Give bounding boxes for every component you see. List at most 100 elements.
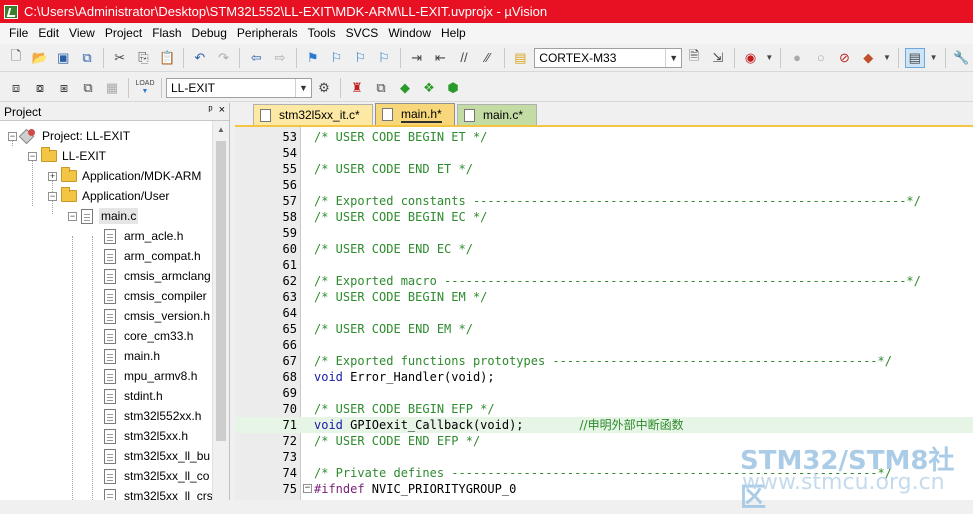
- header-file-icon: [104, 268, 116, 284]
- bookmark-icon[interactable]: ⚑: [303, 48, 323, 68]
- menu-project[interactable]: Project: [100, 23, 147, 44]
- debug-config-icon[interactable]: ◆: [858, 48, 878, 68]
- tree-file-main-c[interactable]: − main.c: [68, 206, 139, 226]
- collapse-icon[interactable]: −: [48, 191, 57, 201]
- tree-include-file[interactable]: main.h: [104, 346, 160, 366]
- pack-installer-icon[interactable]: ⬢: [443, 78, 463, 98]
- stop-build-icon[interactable]: ▦: [102, 78, 122, 98]
- tree-project-root[interactable]: − Project: LL-EXIT: [8, 126, 130, 146]
- tree-include-file[interactable]: arm_compat.h: [104, 246, 201, 266]
- expand-icon[interactable]: +: [48, 171, 57, 181]
- menu-tools[interactable]: Tools: [303, 23, 341, 44]
- open-folder-icon[interactable]: 📂: [30, 48, 50, 68]
- tree-include-file[interactable]: cmsis_version.h: [104, 306, 210, 326]
- target-combo[interactable]: LL-EXIT ▼: [166, 77, 312, 98]
- tree-include-file[interactable]: mpu_armv8.h: [104, 366, 197, 386]
- tree-label: arm_compat.h: [124, 249, 201, 263]
- prev-bookmark-icon[interactable]: ⚐: [327, 48, 347, 68]
- project-scrollbar[interactable]: ▲: [212, 121, 229, 500]
- disable-breakpoint-icon[interactable]: ○: [811, 48, 831, 68]
- collapse-icon[interactable]: −: [8, 131, 17, 141]
- tree-include-file[interactable]: arm_acle.h: [104, 226, 183, 246]
- close-icon[interactable]: ×: [219, 104, 225, 116]
- debug-session-icon[interactable]: ◉: [741, 48, 761, 68]
- tree-target[interactable]: − LL-EXIT: [28, 146, 106, 166]
- scroll-up-icon[interactable]: ▲: [213, 121, 229, 138]
- menu-debug[interactable]: Debug: [187, 23, 232, 44]
- tree-include-file[interactable]: stm32l5xx.h: [104, 426, 188, 446]
- collapse-icon[interactable]: −: [28, 151, 37, 161]
- uncomment-icon[interactable]: ⁄⁄: [478, 48, 498, 68]
- next-bookmark-icon[interactable]: ⚐: [350, 48, 370, 68]
- kill-breakpoints-icon[interactable]: ⊘: [835, 48, 855, 68]
- manage-rte-icon[interactable]: ◆: [395, 78, 415, 98]
- tree-label: Application/User: [82, 189, 170, 203]
- fold-collapse-icon[interactable]: −: [303, 484, 312, 493]
- new-file-icon[interactable]: 🗋: [6, 48, 26, 68]
- nav-back-icon[interactable]: ⇦: [246, 48, 266, 68]
- unindent-icon[interactable]: ⇤: [430, 48, 450, 68]
- cut-icon[interactable]: ✂: [110, 48, 130, 68]
- menu-file[interactable]: File: [4, 23, 33, 44]
- redo-icon[interactable]: ↷: [214, 48, 234, 68]
- clear-bookmarks-icon[interactable]: ⚐: [374, 48, 394, 68]
- rebuild-icon[interactable]: ⧆: [54, 78, 74, 98]
- tree-label: Application/MDK-ARM: [82, 169, 202, 183]
- tree-include-file[interactable]: cmsis_compiler: [104, 286, 207, 306]
- tab-main-h[interactable]: main.h*: [375, 103, 455, 125]
- device-combo[interactable]: CORTEX-M33 ▼: [534, 47, 683, 68]
- scroll-thumb[interactable]: [216, 141, 226, 441]
- tree-group-user[interactable]: − Application/User: [48, 186, 169, 206]
- breakpoint-icon[interactable]: ●: [787, 48, 807, 68]
- copy-icon[interactable]: ⎘: [134, 48, 154, 68]
- build-icon[interactable]: ⧇: [30, 78, 50, 98]
- tab-stm32l5xx-it-c[interactable]: stm32l5xx_it.c*: [253, 104, 373, 125]
- file-extensions-icon[interactable]: ⧉: [371, 78, 391, 98]
- undo-icon[interactable]: ↶: [190, 48, 210, 68]
- code-text: Error_Handler(void);: [350, 370, 495, 384]
- window-layout-icon[interactable]: ▤: [904, 47, 925, 68]
- code-line: 61: [235, 257, 973, 273]
- batch-build-icon[interactable]: ⧉: [78, 78, 98, 98]
- paste-icon[interactable]: 📋: [157, 48, 177, 68]
- file-icon: [464, 108, 475, 122]
- load-download-icon[interactable]: LOAD ▼: [135, 78, 155, 98]
- menu-edit[interactable]: Edit: [33, 23, 64, 44]
- find-icon[interactable]: 🗎: [684, 48, 704, 68]
- tree-include-file[interactable]: core_cm33.h: [104, 326, 193, 346]
- collapse-icon[interactable]: −: [68, 211, 77, 221]
- find-in-files-icon[interactable]: ▤: [511, 48, 531, 68]
- tree-group-mdk-arm[interactable]: + Application/MDK-ARM: [48, 166, 201, 186]
- target-options-icon[interactable]: ⚙: [314, 78, 334, 98]
- manage-project-items-icon[interactable]: ♜: [347, 78, 367, 98]
- save-icon[interactable]: ▣: [53, 48, 73, 68]
- chevron-down-icon[interactable]: ▼: [665, 48, 681, 67]
- chevron-down-icon[interactable]: ▼: [929, 48, 939, 68]
- tree-include-file[interactable]: cmsis_armclang: [104, 266, 211, 286]
- tree-include-file[interactable]: stm32l5xx_ll_bu: [104, 446, 210, 466]
- chevron-down-icon[interactable]: ▼: [295, 78, 311, 97]
- translate-icon[interactable]: ⧈: [6, 78, 26, 98]
- comment-icon[interactable]: //: [454, 48, 474, 68]
- menu-help[interactable]: Help: [436, 23, 471, 44]
- chevron-down-icon[interactable]: ▼: [882, 48, 892, 68]
- pin-icon[interactable]: ᵖ: [208, 104, 212, 116]
- wrench-icon[interactable]: 🔧: [951, 48, 971, 68]
- tab-main-c[interactable]: main.c*: [457, 104, 537, 125]
- code-line: 56: [235, 177, 973, 193]
- save-all-icon[interactable]: ⧉: [77, 48, 97, 68]
- tree-include-file[interactable]: stm32l552xx.h: [104, 406, 201, 426]
- menu-peripherals[interactable]: Peripherals: [232, 23, 303, 44]
- incremental-find-icon[interactable]: ⇲: [708, 48, 728, 68]
- menu-svcs[interactable]: SVCS: [341, 23, 384, 44]
- nav-forward-icon[interactable]: ⇨: [270, 48, 290, 68]
- tree-include-file[interactable]: stdint.h: [104, 386, 163, 406]
- indent-icon[interactable]: ⇥: [407, 48, 427, 68]
- tree-include-file[interactable]: stm32l5xx_ll_co: [104, 466, 209, 486]
- menu-view[interactable]: View: [64, 23, 100, 44]
- menu-flash[interactable]: Flash: [147, 23, 186, 44]
- tree-include-file[interactable]: stm32l5xx_ll_crs: [104, 486, 213, 500]
- menu-window[interactable]: Window: [383, 23, 436, 44]
- select-packs-icon[interactable]: ❖: [419, 78, 439, 98]
- chevron-down-icon[interactable]: ▼: [764, 48, 774, 68]
